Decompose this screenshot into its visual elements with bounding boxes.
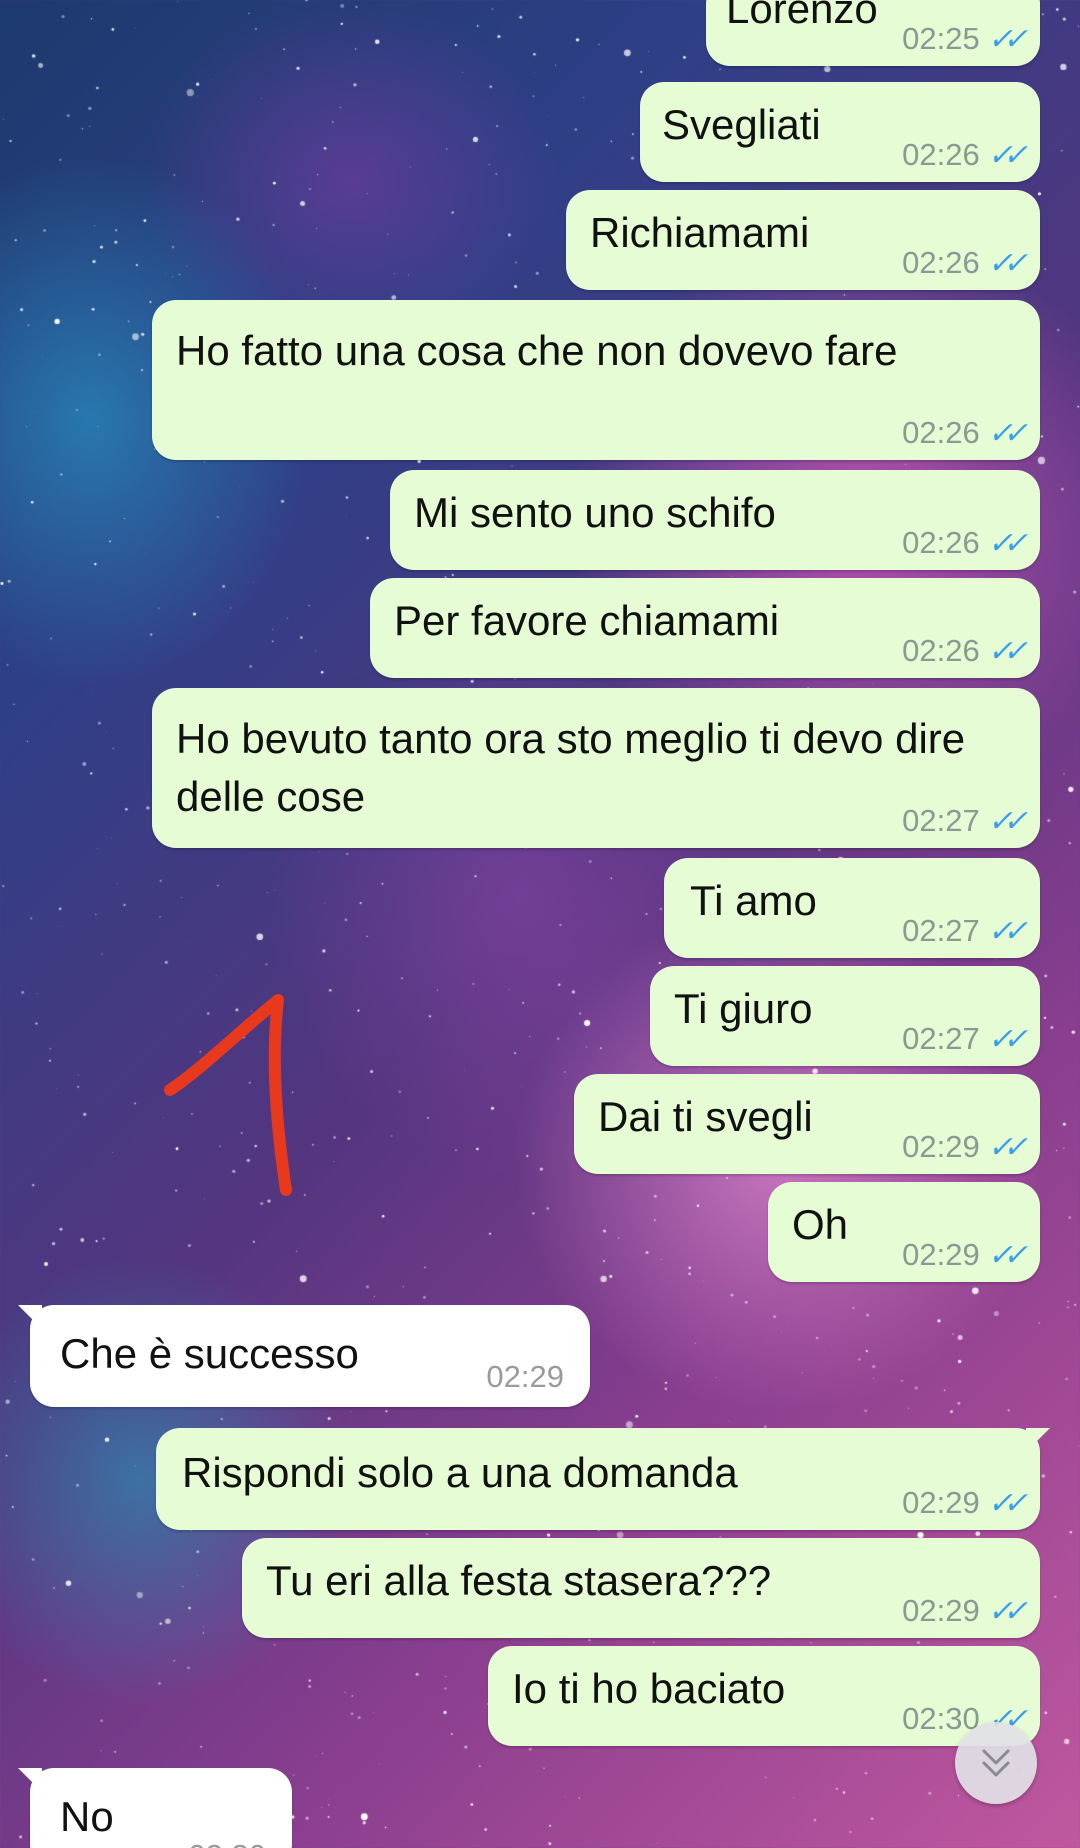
message-text: Richiamami (590, 209, 810, 256)
double-check-icon: ✓✓ (987, 1239, 1028, 1272)
message-text: Ho fatto una cosa che non dovevo fare (176, 327, 898, 374)
message-text: No (60, 1793, 114, 1840)
message-meta: 02:26 ✓✓ (902, 135, 1028, 176)
message-bubble-outgoing[interactable]: Ho bevuto tanto ora sto meglio ti devo d… (152, 688, 1040, 848)
double-check-icon: ✓✓ (987, 417, 1028, 450)
message-meta: 02:30 (188, 1836, 266, 1848)
message-bubble-outgoing[interactable]: Mi sento uno schifo 02:26 ✓✓ (390, 470, 1040, 570)
message-meta: 02:29 ✓✓ (902, 1127, 1028, 1168)
chat-message-list[interactable]: Lorenzo 02:25 ✓✓ Svegliati 02:26 ✓✓ Richia… (0, 0, 1080, 1848)
message-bubble-outgoing[interactable]: Ti amo 02:27 ✓✓ (664, 858, 1040, 958)
message-time: 02:27 (902, 803, 980, 838)
message-bubble-outgoing[interactable]: Oh 02:29 ✓✓ (768, 1182, 1040, 1282)
message-text: Tu eri alla festa stasera??? (266, 1557, 772, 1604)
message-time: 02:27 (902, 1021, 980, 1056)
message-bubble-outgoing[interactable]: Tu eri alla festa stasera??? 02:29 ✓✓ (242, 1538, 1040, 1638)
message-time: 02:30 (188, 1838, 266, 1848)
message-meta: 02:26 ✓✓ (902, 631, 1028, 672)
message-text: Oh (792, 1201, 849, 1248)
double-check-icon: ✓✓ (987, 635, 1028, 668)
message-text: Per favore chiamami (394, 597, 780, 644)
message-meta: 02:25 ✓✓ (902, 19, 1028, 60)
message-text: Dai ti svegli (598, 1093, 813, 1140)
message-meta: 02:27 ✓✓ (902, 1019, 1028, 1060)
message-meta: 02:27 ✓✓ (902, 911, 1028, 952)
message-time: 02:25 (902, 21, 980, 56)
message-time: 02:29 (902, 1485, 980, 1520)
chevron-down-double-icon (982, 1749, 1010, 1777)
double-check-icon: ✓✓ (987, 915, 1028, 948)
message-bubble-outgoing[interactable]: Ti giuro 02:27 ✓✓ (650, 966, 1040, 1066)
double-check-icon: ✓✓ (987, 527, 1028, 560)
message-time: 02:29 (902, 1237, 980, 1272)
message-time: 02:29 (902, 1129, 980, 1164)
scroll-to-bottom-button[interactable] (955, 1722, 1037, 1804)
message-meta: 02:29 (486, 1357, 564, 1397)
message-bubble-outgoing[interactable]: Io ti ho baciato 02:30 ✓✓ (488, 1646, 1040, 1746)
message-bubble-outgoing[interactable]: Lorenzo 02:25 ✓✓ (706, 0, 1040, 66)
message-bubble-incoming[interactable]: No 02:30 (30, 1768, 292, 1848)
message-text: Che è successo (60, 1330, 359, 1377)
message-meta: 02:26 ✓✓ (902, 413, 1028, 454)
message-time: 02:26 (902, 137, 980, 172)
message-text: Io ti ho baciato (512, 1665, 786, 1712)
message-time: 02:26 (902, 415, 980, 450)
double-check-icon: ✓✓ (987, 139, 1028, 172)
message-time: 02:27 (902, 913, 980, 948)
message-meta: 02:27 ✓✓ (902, 801, 1028, 842)
message-time: 02:26 (902, 525, 980, 560)
message-bubble-outgoing[interactable]: Per favore chiamami 02:26 ✓✓ (370, 578, 1040, 678)
message-bubble-outgoing[interactable]: Dai ti svegli 02:29 ✓✓ (574, 1074, 1040, 1174)
message-bubble-outgoing[interactable]: Ho fatto una cosa che non dovevo fare 02… (152, 300, 1040, 460)
message-meta: 02:26 ✓✓ (902, 523, 1028, 564)
double-check-icon: ✓✓ (987, 805, 1028, 838)
message-text: Lorenzo (726, 0, 878, 32)
double-check-icon: ✓✓ (987, 23, 1028, 56)
message-time: 02:26 (902, 633, 980, 668)
message-meta: 02:29 ✓✓ (902, 1591, 1028, 1632)
message-text: Ti amo (690, 877, 817, 924)
message-text: Rispondi solo a una domanda (182, 1449, 738, 1496)
hand-drawn-arrow-annotation (164, 994, 292, 1196)
message-text: Svegliati (662, 101, 821, 148)
message-meta: 02:29 ✓✓ (902, 1483, 1028, 1524)
message-bubble-outgoing[interactable]: Svegliati 02:26 ✓✓ (640, 82, 1040, 182)
double-check-icon: ✓✓ (987, 1487, 1028, 1520)
message-bubble-incoming[interactable]: Che è successo 02:29 (30, 1305, 590, 1407)
message-bubble-outgoing[interactable]: Richiamami 02:26 ✓✓ (566, 190, 1040, 290)
message-time: 02:29 (486, 1359, 564, 1394)
message-time: 02:29 (902, 1593, 980, 1628)
message-text: Ti giuro (674, 985, 813, 1032)
double-check-icon: ✓✓ (987, 247, 1028, 280)
message-text: Ho bevuto tanto ora sto meglio ti devo d… (176, 715, 966, 820)
message-bubble-outgoing[interactable]: Rispondi solo a una domanda 02:29 ✓✓ (156, 1428, 1040, 1530)
message-time: 02:30 (902, 1701, 980, 1736)
double-check-icon: ✓✓ (987, 1131, 1028, 1164)
message-meta: 02:29 ✓✓ (902, 1235, 1028, 1276)
message-time: 02:26 (902, 245, 980, 280)
double-check-icon: ✓✓ (987, 1595, 1028, 1628)
message-text: Mi sento uno schifo (414, 489, 776, 536)
double-check-icon: ✓✓ (987, 1023, 1028, 1056)
message-meta: 02:26 ✓✓ (902, 243, 1028, 284)
